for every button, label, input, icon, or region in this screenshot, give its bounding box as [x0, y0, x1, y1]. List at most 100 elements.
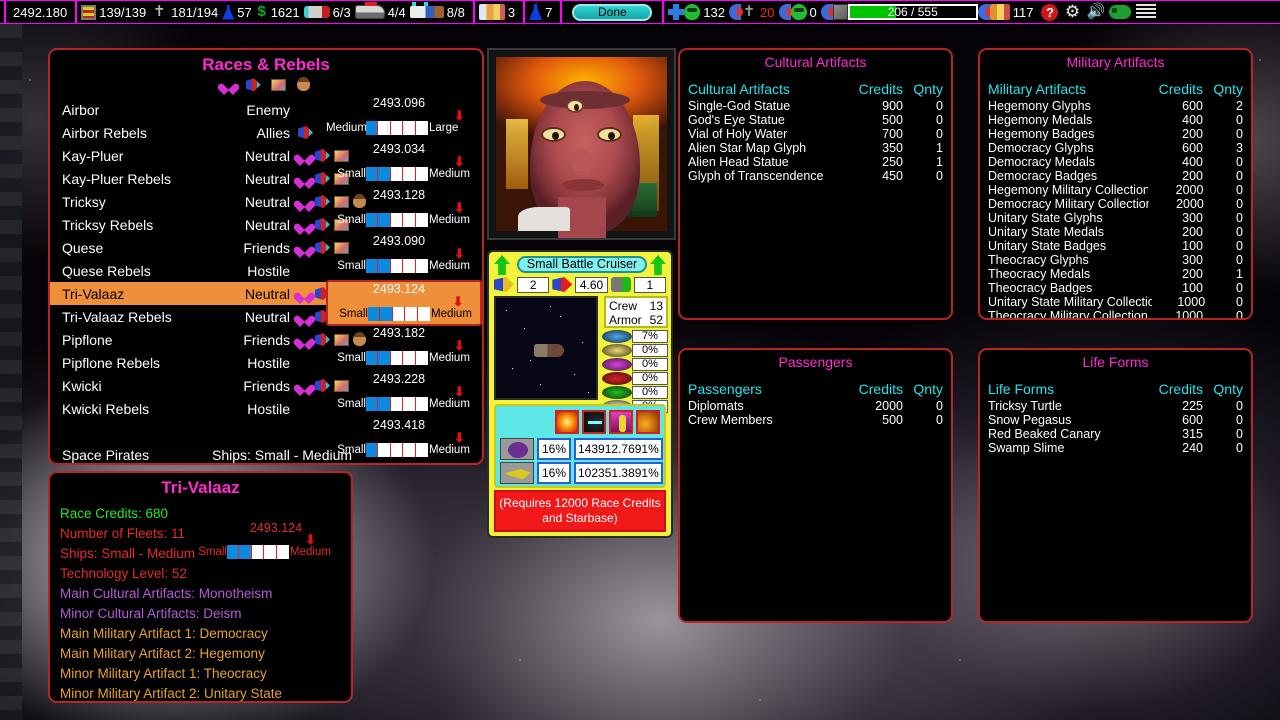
health-bar-label: 206 / 555 — [887, 5, 938, 19]
crew-label: Crew — [609, 299, 638, 313]
troop-loss-segment[interactable]: ✝ 20 — [729, 1, 778, 23]
table-row[interactable]: Theocracy Badges 100 0 — [988, 281, 1243, 295]
flask-segment[interactable]: 7 — [529, 1, 556, 23]
table-row[interactable]: Alien Star Map Glyph 350 1 — [688, 141, 943, 155]
race-name: Pipflone Rebels — [62, 354, 161, 371]
military-artifacts-rows: Hegemony Glyphs 600 2 Hegemony Medals 400 0 He… — [988, 99, 1243, 320]
table-row[interactable]: Swamp Slime 240 0 — [988, 441, 1243, 455]
row-qty: 0 — [1236, 127, 1243, 141]
cruiser-ship-icon — [354, 2, 385, 19]
gear-icon[interactable]: ⚙ — [1063, 3, 1081, 21]
fuel-icon — [222, 4, 235, 20]
explosion-icon[interactable] — [555, 410, 579, 434]
weapon-n1: 10 — [578, 466, 592, 480]
row-name: Hegemony Military Collection — [988, 183, 1149, 197]
beam-icon[interactable] — [636, 410, 660, 434]
table-row[interactable]: Hegemony Military Collection 2000 0 — [988, 183, 1243, 197]
table-row[interactable]: Unitary State Glyphs 300 0 — [988, 211, 1243, 225]
row-credits: 900 — [882, 99, 903, 113]
fleet-bar — [366, 259, 428, 273]
speaker-icon[interactable]: 🔊 — [1086, 4, 1105, 20]
alien-portrait[interactable] — [487, 48, 676, 240]
done-button[interactable]: Done — [572, 3, 653, 21]
table-row[interactable]: Unitary State Military Collection 1000 0 — [988, 295, 1243, 309]
table-row[interactable]: Glyph of Transcendence 450 0 — [688, 169, 943, 183]
topbar-divider — [662, 1, 665, 23]
race-name: Kay-Pluer — [62, 147, 124, 164]
health-segment[interactable]: 206 / 555 — [820, 1, 978, 23]
table-row[interactable]: Democracy Military Collection 2000 0 — [988, 197, 1243, 211]
ship-c-segment[interactable]: 8/8 — [409, 1, 469, 23]
population-segment[interactable]: 117 — [977, 1, 1038, 23]
row-credits: 600 — [1182, 99, 1203, 113]
table-row[interactable]: Single-God Statue 900 0 — [688, 99, 943, 113]
weapon-n3: 1.38 — [611, 466, 635, 480]
table-row[interactable]: Vial of Holy Water 700 0 — [688, 127, 943, 141]
cargo-segment[interactable]: 139/139 — [81, 1, 150, 23]
row-name: Unitary State Military Collection — [988, 295, 1153, 309]
gamepad-icon[interactable] — [1109, 5, 1132, 19]
menu-icon[interactable] — [1136, 4, 1157, 20]
next-ship-arrow-icon[interactable] — [650, 255, 666, 275]
weapon-row[interactable]: 16% 10 235 1.38 91% — [500, 462, 663, 484]
table-row[interactable]: Democracy Medals 400 0 — [988, 155, 1243, 169]
ship-a-segment[interactable]: 6/3 — [303, 1, 355, 23]
portrait-background — [496, 57, 667, 238]
table-row[interactable]: Unitary State Badges 100 0 — [988, 239, 1243, 253]
fleet-right-label: Medium — [429, 444, 470, 456]
fighter-icon — [505, 469, 531, 479]
fleet-bar-line: Small Medium — [326, 213, 482, 227]
fleet-size-group: 2493.124 ⬇ Small Medium — [326, 280, 482, 326]
fleet-size-group: 2493.096 ⬇ Medium Large — [326, 96, 482, 142]
fuel-segment[interactable]: 57 — [222, 1, 255, 23]
shield-icon[interactable] — [582, 410, 606, 434]
help-icon[interactable]: ? — [1041, 3, 1059, 21]
table-row[interactable]: Hegemony Medals 400 0 — [988, 113, 1243, 127]
repair-segment[interactable]: ✝ 181/194 — [150, 1, 222, 23]
table-row[interactable]: Unitary State Medals 200 0 — [988, 225, 1243, 239]
table-row[interactable]: Snow Pegasus 600 0 — [988, 413, 1243, 427]
money-segment[interactable]: $ 1621 — [256, 1, 304, 23]
weapon-row[interactable]: 16% 14 391 2.76 91% — [500, 438, 663, 460]
moon-icon — [778, 4, 793, 20]
fleet-bar-seg — [417, 307, 430, 321]
table-row[interactable]: Theocracy Glyphs 300 0 — [988, 253, 1243, 267]
table-row[interactable]: Theocracy Military Collection 1000 0 — [988, 309, 1243, 320]
table-row[interactable]: Red Beaked Canary 315 0 — [988, 427, 1243, 441]
table-row[interactable]: Crew Members 500 0 — [688, 413, 943, 427]
table-row[interactable]: God's Eye Statue 500 0 — [688, 113, 943, 127]
cargo-units-segment[interactable]: 0 — [778, 1, 821, 23]
table-row[interactable]: Theocracy Medals 200 1 — [988, 267, 1243, 281]
ship-b-segment[interactable]: 4/4 — [354, 1, 410, 23]
row-name: Unitary State Badges — [988, 239, 1107, 253]
race-name: Kay-Pluer Rebels — [62, 170, 171, 187]
table-row[interactable]: Alien Head Statue 250 1 — [688, 155, 943, 169]
people-segment[interactable]: 3 — [478, 1, 519, 23]
table-row[interactable]: Tricksy Turtle 225 0 — [988, 399, 1243, 413]
weapon-stats: 10 235 1.38 91% — [574, 462, 663, 484]
troops-segment[interactable]: 132 — [668, 1, 729, 23]
table-row[interactable]: Hegemony Badges 200 0 — [988, 127, 1243, 141]
row-name: Diplomats — [688, 399, 744, 413]
life-forms-panel: Life Forms Life Forms Credits Qnty Trick… — [978, 348, 1253, 623]
table-row[interactable]: Diplomats 2000 0 — [688, 399, 943, 413]
military-artifacts-panel: Military Artifacts Military Artifacts Cr… — [978, 48, 1253, 320]
table-row[interactable]: Hegemony Glyphs 600 2 — [988, 99, 1243, 113]
column-header-qty: Qnty — [913, 381, 943, 397]
artifact-card-icon — [271, 78, 287, 91]
row-credits: 500 — [882, 413, 903, 427]
shield-value: 0% — [632, 386, 668, 399]
topbar-divider — [560, 1, 563, 23]
shield-oval-icon — [602, 344, 632, 357]
row-qty: 0 — [1236, 211, 1243, 225]
row-qty: 0 — [1236, 309, 1243, 320]
missile-icon[interactable] — [609, 410, 633, 434]
prev-ship-arrow-icon[interactable] — [494, 255, 510, 275]
ship-viewport[interactable] — [494, 296, 598, 400]
table-row[interactable]: Democracy Glyphs 600 3 — [988, 141, 1243, 155]
row-qty: 1 — [936, 141, 943, 155]
table-row[interactable]: Democracy Badges 200 0 — [988, 169, 1243, 183]
fleet-bar-line: Small Medium — [328, 307, 480, 321]
row-credits: 200 — [1182, 127, 1203, 141]
weapon-icon-row — [555, 410, 660, 434]
